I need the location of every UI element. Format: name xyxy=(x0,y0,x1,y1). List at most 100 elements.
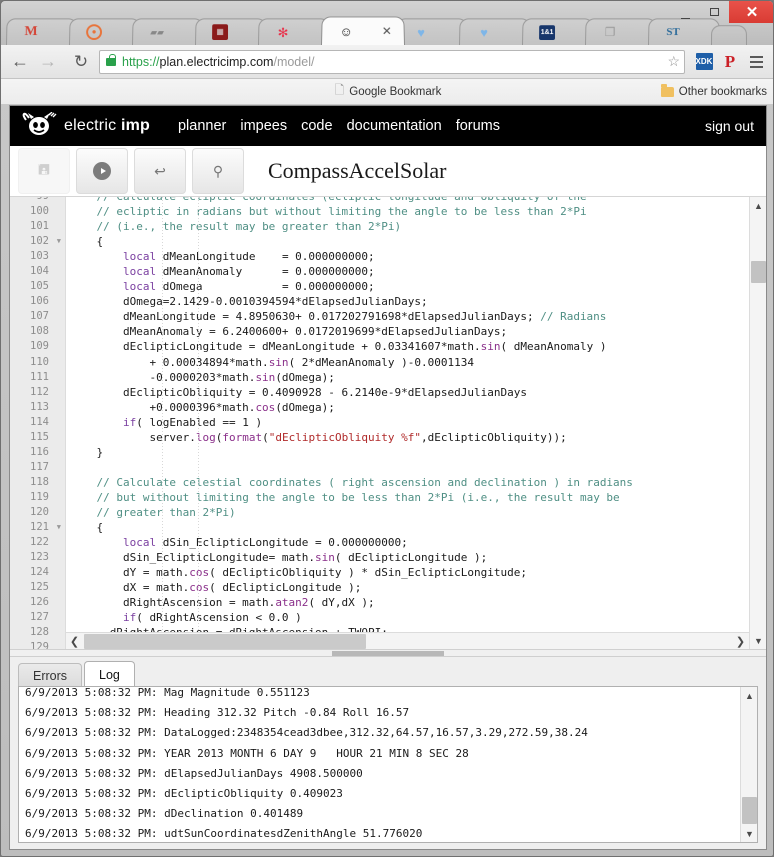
log-panel: Errors Log 6/9/2013 5:08:32 PM: Mag Magni… xyxy=(10,657,766,849)
browser-tab-8[interactable]: 1&1 xyxy=(522,18,594,45)
scroll-down-icon[interactable]: ▼ xyxy=(750,632,766,649)
pinterest-extension-icon[interactable]: P xyxy=(717,49,743,75)
code-line-102: { xyxy=(70,235,104,249)
line-number-103: 103 xyxy=(30,250,49,263)
run-button[interactable] xyxy=(76,148,128,194)
address-bar[interactable]: https://plan.electricimp.com/model/ ☆ xyxy=(99,49,685,74)
bookmark-google-bookmark[interactable]: 🗋 Google Bookmark xyxy=(335,81,442,102)
browser-tab-3[interactable]: ▦ xyxy=(195,18,267,45)
code-line-101: // (i.e., the result may be greater than… xyxy=(96,220,402,234)
url-scheme: https:// xyxy=(122,54,160,69)
line-number-127: 127 xyxy=(30,611,49,624)
browser-toolbar: ← → ↻ https://plan.electricimp.com/model… xyxy=(1,45,773,79)
browser-tab-5[interactable]: ☺ ✕ xyxy=(321,16,405,45)
document-icon: 🗋 xyxy=(334,83,345,97)
code-line-118: // Calculate celestial coordinates ( rig… xyxy=(96,475,633,489)
log-vertical-scrollbar[interactable]: ▲ ▼ xyxy=(740,687,757,842)
search-button[interactable]: ⚲ xyxy=(192,148,244,194)
tab-close-icon[interactable]: ✕ xyxy=(382,24,392,38)
line-number-99: 99 xyxy=(36,196,49,202)
code-fold-toggle-102[interactable]: ▼ xyxy=(57,234,61,249)
browser-tab-4[interactable]: ✻ xyxy=(258,18,330,45)
browser-tab-2[interactable]: ▰▰ xyxy=(132,18,204,45)
code-line-125: dX = math.cos( dEclipticLongitude ); xyxy=(70,581,362,595)
site-navbar: electric imp planner impees code documentat… xyxy=(10,106,766,146)
code-line-121: { xyxy=(70,521,104,535)
editor-vscroll-thumb[interactable] xyxy=(751,261,766,283)
back-icon[interactable]: ← xyxy=(6,48,34,76)
log-scroll-down-icon[interactable]: ▼ xyxy=(741,825,757,842)
editor-hscroll-thumb[interactable] xyxy=(84,634,366,649)
browser-tab-0[interactable]: M xyxy=(6,18,78,45)
code-editor[interactable]: 99 100 101 102 ▼ 103 104 105 106 107 108 109 110 111 1… xyxy=(10,196,766,649)
maximize-button[interactable] xyxy=(700,1,729,23)
line-number-113: 113 xyxy=(30,400,49,413)
nav-link-impees[interactable]: impees xyxy=(240,118,287,134)
line-number-124: 124 xyxy=(30,566,49,579)
code-line-127: if( dRightAscension < 0.0 ) xyxy=(122,611,302,625)
scroll-left-icon[interactable]: ❮ xyxy=(66,633,83,649)
nav-link-code[interactable]: code xyxy=(301,118,332,134)
nav-link-planner[interactable]: planner xyxy=(178,118,226,134)
minimize-button[interactable] xyxy=(671,1,700,23)
code-line-124: dY = math.cos( dEclipticObliquity ) * dS… xyxy=(70,566,527,580)
browser-tab-1[interactable]: ● xyxy=(69,18,141,45)
scroll-right-icon[interactable]: ❯ xyxy=(732,633,749,649)
code-line-104: local dMeanAnomaly = 0.000000000; xyxy=(122,265,375,279)
sign-out-link[interactable]: sign out xyxy=(705,118,754,134)
play-circle-icon xyxy=(93,162,111,180)
code-lines: // Calculate ecliptic coordinates (eclip… xyxy=(66,197,746,649)
log-tab-errors[interactable]: Errors xyxy=(18,663,83,687)
panel-splitter[interactable] xyxy=(10,649,766,657)
save-button[interactable]: 🖪 xyxy=(18,148,70,194)
splitter-grip[interactable] xyxy=(332,651,444,656)
code-line-119: // but without limiting the angle to be … xyxy=(96,490,620,504)
site-brand: electric imp xyxy=(64,117,150,135)
line-number-105: 105 xyxy=(30,280,49,293)
nav-link-documentation[interactable]: documentation xyxy=(347,118,442,134)
line-number-117: 117 xyxy=(30,460,49,473)
code-line-126: dRightAscension = math.atan2( dY,dX ); xyxy=(70,596,375,610)
log-output[interactable]: 6/9/2013 5:08:32 PM: Mag Magnitude 0.551… xyxy=(18,686,758,843)
line-number-114: 114 xyxy=(30,415,49,428)
log-vscroll-thumb[interactable] xyxy=(742,797,757,824)
code-fold-toggle-121[interactable]: ▼ xyxy=(57,520,61,535)
forward-icon[interactable]: → xyxy=(34,48,62,76)
at-circle-icon: ● xyxy=(86,24,103,41)
browser-tab-7[interactable]: ♥ xyxy=(459,18,531,45)
xdk-extension-icon[interactable]: XDK xyxy=(691,49,717,75)
line-number-107: 107 xyxy=(30,310,49,323)
line-number-111: 111 xyxy=(30,370,49,383)
new-tab-button[interactable] xyxy=(711,25,747,45)
browser-tab-6[interactable]: ♥ xyxy=(396,18,468,45)
editor-vertical-scrollbar[interactable]: ▲ ▼ xyxy=(749,197,766,649)
reload-icon[interactable]: ↻ xyxy=(67,48,95,76)
oneandone-icon: 1&1 xyxy=(539,24,556,40)
line-number-115: 115 xyxy=(30,430,49,443)
browser-tab-9[interactable]: ❐ xyxy=(585,18,657,45)
line-number-120: 120 xyxy=(30,505,49,518)
log-tab-log[interactable]: Log xyxy=(84,661,135,687)
chrome-menu-icon[interactable] xyxy=(743,49,769,75)
log-line: 6/9/2013 5:08:32 PM: Mag Magnitude 0.551… xyxy=(25,686,310,699)
log-line: 6/9/2013 5:08:32 PM: dElapsedJulianDays … xyxy=(25,766,363,780)
xdk-badge: XDK xyxy=(695,53,713,70)
scroll-up-icon[interactable]: ▲ xyxy=(750,197,766,214)
bookmark-other-bookmarks[interactable]: Other bookmarks xyxy=(660,83,767,98)
other-bookmarks-label: Other bookmarks xyxy=(678,85,767,98)
log-scroll-up-icon[interactable]: ▲ xyxy=(741,687,757,704)
nav-link-forums[interactable]: forums xyxy=(456,118,500,134)
browser-tab-strip: M ● ▰▰ ▦ ✻ ☺ ✕ ♥ ♥ 1&1 ❐ ST ✕ xyxy=(1,1,773,45)
code-line-99: // Calculate ecliptic coordinates (eclip… xyxy=(66,197,746,204)
code-line-107: dMeanLongitude = 4.8950630+ 0.0172027916… xyxy=(70,310,607,324)
line-number-112: 112 xyxy=(30,385,49,398)
editor-horizontal-scrollbar[interactable]: ❮ ❯ xyxy=(66,632,749,649)
bookmark-star-icon[interactable]: ☆ xyxy=(667,53,680,70)
site-nav-links: planner impees code documentation forums xyxy=(178,118,500,134)
line-number-128: 128 xyxy=(30,626,49,639)
close-window-button[interactable]: ✕ xyxy=(729,1,773,23)
code-content[interactable]: // Calculate ecliptic coordinates (eclip… xyxy=(66,197,746,649)
url-text: https://plan.electricimp.com/model/ xyxy=(122,55,314,69)
undo-button[interactable]: ↩ xyxy=(134,148,186,194)
bicycle-icon: ▰▰ xyxy=(150,26,164,37)
